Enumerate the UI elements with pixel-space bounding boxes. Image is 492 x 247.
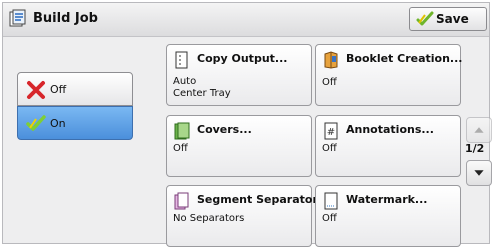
covers-button[interactable]: Covers... Off (166, 115, 312, 177)
covers-icon (174, 122, 190, 140)
annotations-label: Annotations... (346, 123, 434, 136)
on-label: On (50, 117, 66, 130)
build-job-icon (9, 9, 26, 27)
copy-output-label: Copy Output... (197, 52, 288, 65)
page-title: Build Job (33, 11, 98, 26)
watermark-button[interactable]: Watermark... Off (315, 185, 461, 247)
annotations-button[interactable]: # Annotations... Off (315, 115, 461, 177)
header-bar: Build Job Save (3, 3, 489, 37)
watermark-label: Watermark... (346, 193, 428, 206)
build-job-panel: Build Job Save Off On Copy Output... Aut… (2, 2, 492, 247)
annotations-icon: # (324, 122, 338, 140)
segment-separators-value: No Separators (173, 213, 245, 224)
copy-output-value: Auto (173, 76, 197, 87)
booklet-creation-value: Off (322, 77, 337, 88)
off-button[interactable]: Off (17, 72, 133, 106)
off-label: Off (50, 83, 67, 96)
copy-output-button[interactable]: Copy Output... Auto Center Tray (166, 44, 312, 106)
segment-separators-icon (174, 192, 189, 210)
watermark-icon (324, 192, 338, 210)
checkmark-icon (416, 11, 434, 26)
page-down-button[interactable] (466, 160, 492, 186)
copy-output-icon (175, 51, 188, 69)
page-indicator: 1/2 (465, 142, 485, 155)
watermark-value: Off (322, 213, 337, 224)
down-arrow-icon (474, 170, 484, 176)
page-up-button[interactable] (466, 117, 492, 143)
checkmark-icon (26, 115, 46, 131)
booklet-creation-label: Booklet Creation... (346, 52, 463, 65)
up-arrow-icon (474, 127, 484, 133)
annotations-value: Off (322, 143, 337, 154)
on-button[interactable]: On (17, 106, 133, 140)
booklet-creation-button[interactable]: Booklet Creation... Off (315, 44, 463, 106)
copy-output-value-2: Center Tray (173, 88, 231, 99)
covers-value: Off (173, 143, 188, 154)
booklet-icon (324, 51, 338, 69)
x-icon (27, 81, 45, 99)
segment-separators-button[interactable]: Segment Separators... No Separators (166, 185, 337, 247)
svg-text:#: # (327, 127, 335, 138)
save-button[interactable]: Save (409, 7, 487, 31)
covers-label: Covers... (197, 123, 252, 136)
save-button-label: Save (436, 12, 469, 26)
